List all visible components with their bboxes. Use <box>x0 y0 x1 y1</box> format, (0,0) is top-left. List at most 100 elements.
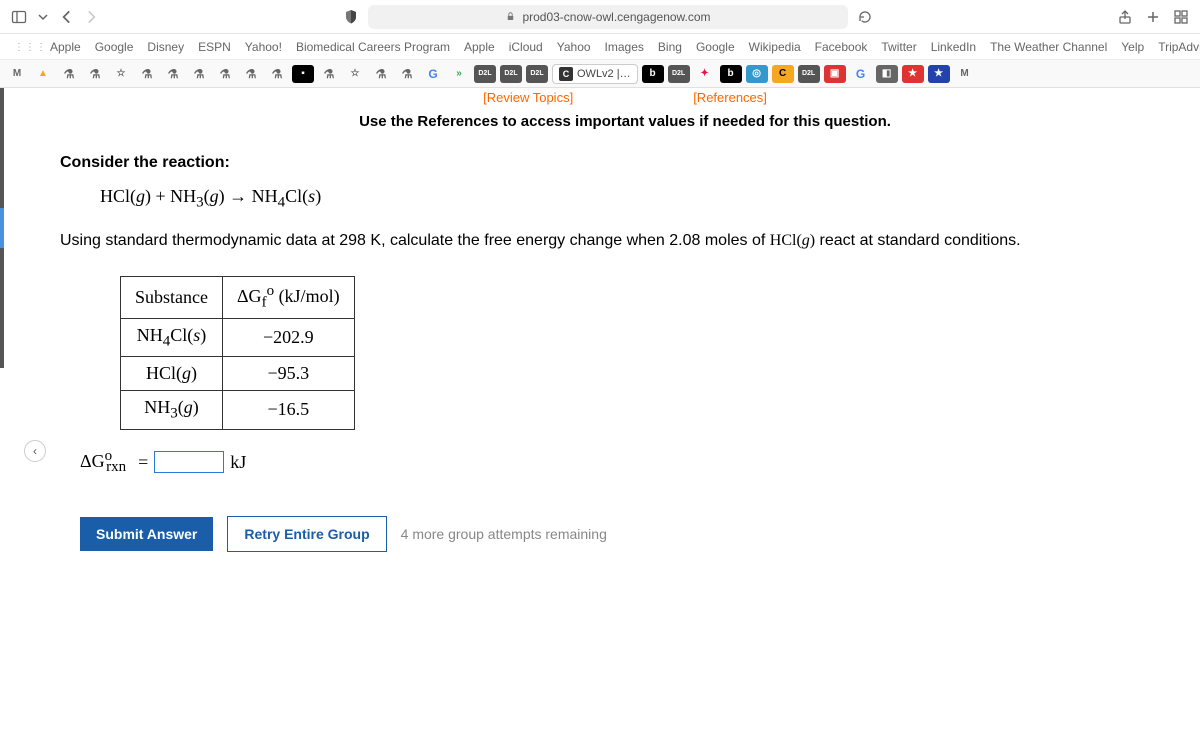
flask-icon[interactable]: ⚗ <box>318 65 340 83</box>
chevron-down-icon[interactable] <box>34 8 52 26</box>
grip-icon[interactable]: ⋮⋮⋮ <box>14 42 47 53</box>
b-tab-icon[interactable]: b <box>720 65 742 83</box>
bookmark-item[interactable]: ESPN <box>198 40 231 54</box>
col-substance: Substance <box>121 276 223 318</box>
reaction-equation: HCl(g) + NH3(g) → NH4Cl(s) <box>100 186 1190 212</box>
bookmark-item[interactable]: The Weather Channel <box>990 40 1107 54</box>
body-text-before: Using standard thermodynamic data at 298… <box>60 232 770 249</box>
app-icon[interactable]: ◎ <box>746 65 768 83</box>
bookmark-item[interactable]: Twitter <box>881 40 916 54</box>
cell-substance: NH3(g) <box>121 391 223 430</box>
button-row: Submit Answer Retry Entire Group 4 more … <box>80 516 1190 552</box>
bookmark-item[interactable]: TripAdvisor <box>1158 40 1200 54</box>
star-icon[interactable]: ☆ <box>344 65 366 83</box>
bookmark-item[interactable]: Yahoo <box>557 40 591 54</box>
bookmark-item[interactable]: Biomedical Careers Program <box>296 40 450 54</box>
d2l-tab-icon[interactable]: D2L <box>474 65 496 83</box>
forward-button <box>82 8 100 26</box>
b-tab-icon[interactable]: b <box>642 65 664 83</box>
table-row: NH3(g) −16.5 <box>121 391 355 430</box>
star-badge-icon[interactable]: ★ <box>928 65 950 83</box>
rail-segment[interactable] <box>0 88 18 128</box>
sparkle-icon[interactable]: ✦ <box>694 65 716 83</box>
star-badge-icon[interactable]: ★ <box>902 65 924 83</box>
square-icon[interactable]: ▪ <box>292 65 314 83</box>
table-header-row: Substance ΔGfo (kJ/mol) <box>121 276 355 318</box>
rail-segment[interactable] <box>0 288 18 328</box>
gmail-icon[interactable]: M <box>954 65 976 83</box>
chrome-left-controls <box>10 8 100 26</box>
flask-icon[interactable]: ⚗ <box>370 65 392 83</box>
question-lead: Consider the reaction: <box>60 154 1190 172</box>
table-row: NH4Cl(s) −202.9 <box>121 318 355 357</box>
answer-input[interactable] <box>154 451 224 473</box>
c-tab-icon[interactable]: C <box>772 65 794 83</box>
flask-icon[interactable]: ⚗ <box>240 65 262 83</box>
app-icon[interactable]: ◧ <box>876 65 898 83</box>
bookmark-item[interactable]: LinkedIn <box>931 40 976 54</box>
flask-icon[interactable]: ⚗ <box>188 65 210 83</box>
d2l-tab-icon[interactable]: D2L <box>500 65 522 83</box>
rail-segment[interactable] <box>0 128 18 168</box>
gf-unit: (kJ/mol) <box>279 286 340 306</box>
active-tab-label: OWLv2 |… <box>577 68 631 80</box>
shield-icon[interactable] <box>342 8 360 26</box>
question-prompt: Consider the reaction: HCl(g) + NH3(g) →… <box>60 154 1190 252</box>
submit-answer-button[interactable]: Submit Answer <box>80 517 213 551</box>
d2l-tab-icon[interactable]: D2L <box>526 65 548 83</box>
bookmark-item[interactable]: Yelp <box>1121 40 1144 54</box>
dg-prefix: ΔG <box>80 451 105 471</box>
flask-icon[interactable]: ⚗ <box>162 65 184 83</box>
rail-collapse-toggle[interactable]: ‹ <box>24 440 46 462</box>
cell-value: −202.9 <box>222 318 354 357</box>
bookmark-item[interactable]: Facebook <box>815 40 868 54</box>
sidebar-toggle-icon[interactable] <box>10 8 28 26</box>
bookmark-item[interactable]: Bing <box>658 40 682 54</box>
address-bar[interactable]: prod03-cnow-owl.cengagenow.com <box>368 5 848 29</box>
back-button[interactable] <box>58 8 76 26</box>
d2l-tab-icon[interactable]: D2L <box>668 65 690 83</box>
bookmark-item[interactable]: Apple <box>50 40 81 54</box>
flask-icon[interactable]: ⚗ <box>58 65 80 83</box>
rail-segment[interactable] <box>0 248 18 288</box>
flask-icon[interactable]: ⚗ <box>396 65 418 83</box>
flask-icon[interactable]: ⚗ <box>136 65 158 83</box>
retry-group-button[interactable]: Retry Entire Group <box>227 516 386 552</box>
bookmark-item[interactable]: Disney <box>147 40 184 54</box>
rail-segment-active[interactable] <box>0 208 18 248</box>
bookmark-item[interactable]: iCloud <box>509 40 543 54</box>
share-icon[interactable] <box>1116 8 1134 26</box>
flask-icon[interactable]: ⚗ <box>214 65 236 83</box>
bookmark-item[interactable]: Wikipedia <box>749 40 801 54</box>
references-link[interactable]: [References] <box>693 90 767 105</box>
app-icon[interactable]: ▣ <box>824 65 846 83</box>
google-icon[interactable]: G <box>850 65 872 83</box>
google-icon[interactable]: G <box>422 65 444 83</box>
tabs-grid-icon[interactable] <box>1172 8 1190 26</box>
cell-substance: HCl(g) <box>121 357 223 391</box>
cloud-icon[interactable]: ▲ <box>32 65 54 83</box>
plus-icon[interactable] <box>1144 8 1162 26</box>
bookmark-item[interactable]: Google <box>696 40 735 54</box>
cengage-icon: C <box>559 67 573 81</box>
bookmark-item[interactable]: Google <box>95 40 134 54</box>
flask-icon[interactable]: ⚗ <box>84 65 106 83</box>
table-row: HCl(g) −95.3 <box>121 357 355 391</box>
left-rail <box>0 88 18 750</box>
top-links: [Review Topics] [References] <box>60 90 1190 105</box>
gmail-icon[interactable]: M <box>6 65 28 83</box>
review-topics-link[interactable]: [Review Topics] <box>483 90 573 105</box>
flask-icon[interactable]: ⚗ <box>266 65 288 83</box>
d2l-tab-icon[interactable]: D2L <box>798 65 820 83</box>
bookmark-item[interactable]: Yahoo! <box>245 40 282 54</box>
star-icon[interactable]: ☆ <box>110 65 132 83</box>
reload-icon[interactable] <box>856 8 874 26</box>
active-tab[interactable]: C OWLv2 |… <box>552 64 638 84</box>
bookmark-item[interactable]: Images <box>605 40 644 54</box>
answer-unit: kJ <box>230 452 246 473</box>
bookmark-item[interactable]: Apple <box>464 40 495 54</box>
chevrons-icon[interactable]: » <box>448 65 470 83</box>
rail-segment[interactable] <box>0 328 18 368</box>
rail-segment[interactable] <box>0 168 18 208</box>
instruction-text: Use the References to access important v… <box>60 113 1190 130</box>
